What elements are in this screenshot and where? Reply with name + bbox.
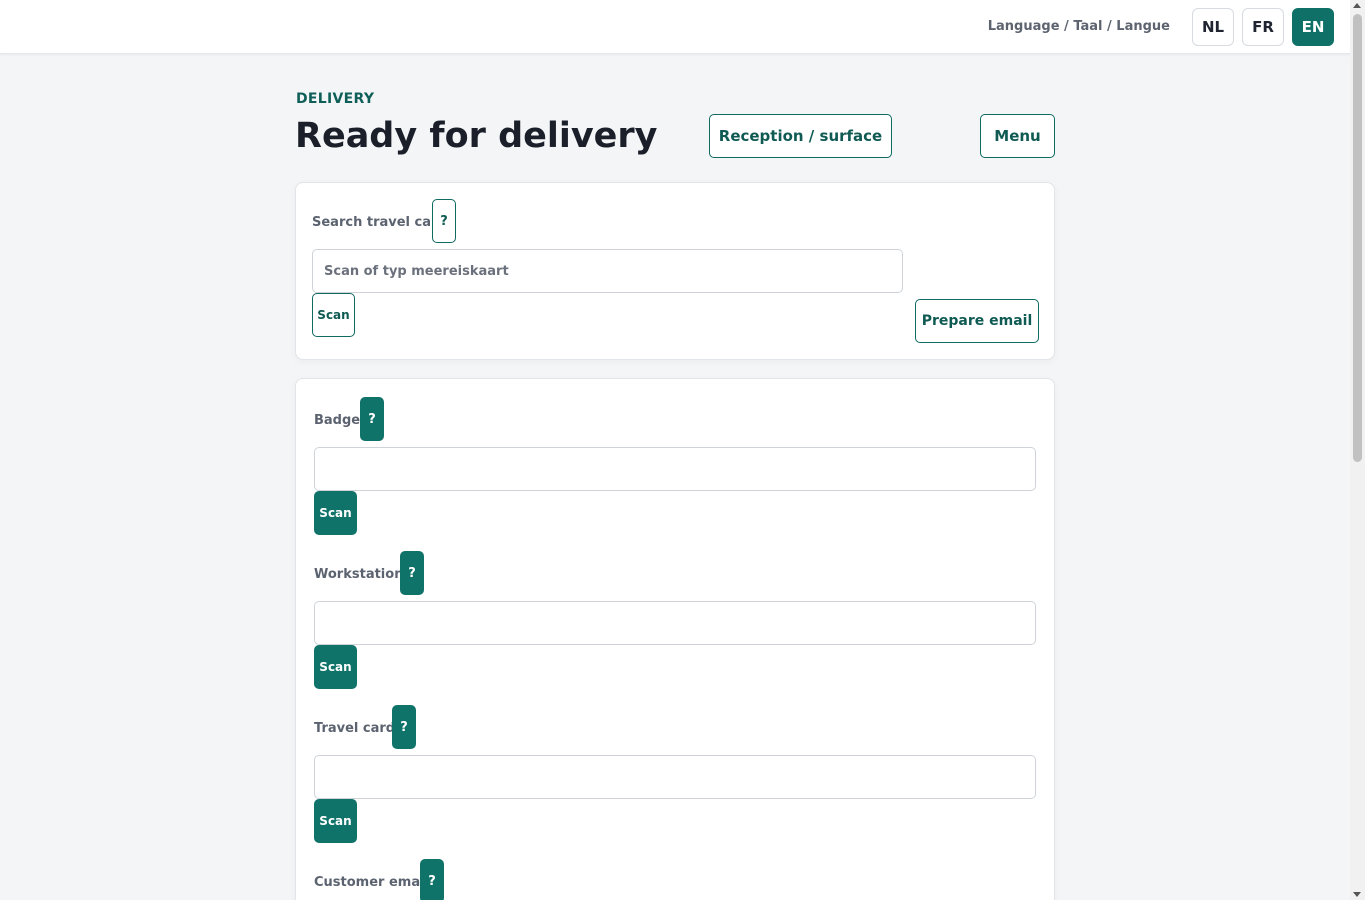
page-title: Ready for delivery	[295, 116, 658, 156]
menu-button[interactable]: Menu	[980, 114, 1055, 158]
workstation-help-button[interactable]: ?	[400, 551, 424, 595]
workstation-label: Workstation	[314, 567, 404, 582]
travel-card-input[interactable]	[314, 755, 1036, 799]
language-nl-button[interactable]: NL	[1192, 8, 1234, 46]
search-help-button[interactable]: ?	[432, 199, 456, 243]
page-eyebrow: DELIVERY	[296, 91, 375, 107]
travel-card-scan-button[interactable]: Scan	[314, 799, 357, 843]
workstation-input[interactable]	[314, 601, 1036, 645]
top-bar: Language / Taal / Langue NL FR EN	[0, 0, 1350, 54]
customer-email-help-button[interactable]: ?	[420, 859, 444, 900]
customer-email-label: Customer email	[314, 875, 430, 890]
workstation-scan-button[interactable]: Scan	[314, 645, 357, 689]
prepare-email-button[interactable]: Prepare email	[915, 299, 1039, 343]
search-travel-card-label: Search travel card	[312, 215, 447, 230]
scrollbar-thumb[interactable]	[1353, 14, 1362, 462]
search-card: Search travel card ? Scan of typ meereis…	[295, 182, 1055, 360]
reception-surface-button[interactable]: Reception / surface	[709, 114, 892, 158]
search-travel-card-input[interactable]: Scan of typ meereiskaart	[312, 249, 903, 293]
language-label: Language / Taal / Langue	[987, 19, 1170, 34]
scroll-up-arrow-icon[interactable]	[1353, 3, 1361, 8]
travel-card-label: Travel card	[314, 721, 396, 736]
search-input-placeholder: Scan of typ meereiskaart	[324, 263, 509, 279]
delivery-form-card: Badge ? Scan Workstation ? Scan Travel c…	[295, 378, 1055, 900]
badge-input[interactable]	[314, 447, 1036, 491]
scroll-down-arrow-icon[interactable]	[1353, 892, 1361, 897]
search-scan-button[interactable]: Scan	[312, 293, 355, 337]
badge-help-button[interactable]: ?	[360, 397, 384, 441]
language-en-button[interactable]: EN	[1292, 8, 1334, 46]
language-fr-button[interactable]: FR	[1242, 8, 1284, 46]
page-scrollbar[interactable]	[1350, 0, 1365, 900]
badge-label: Badge	[314, 413, 361, 428]
badge-scan-button[interactable]: Scan	[314, 491, 357, 535]
travel-card-help-button[interactable]: ?	[392, 705, 416, 749]
